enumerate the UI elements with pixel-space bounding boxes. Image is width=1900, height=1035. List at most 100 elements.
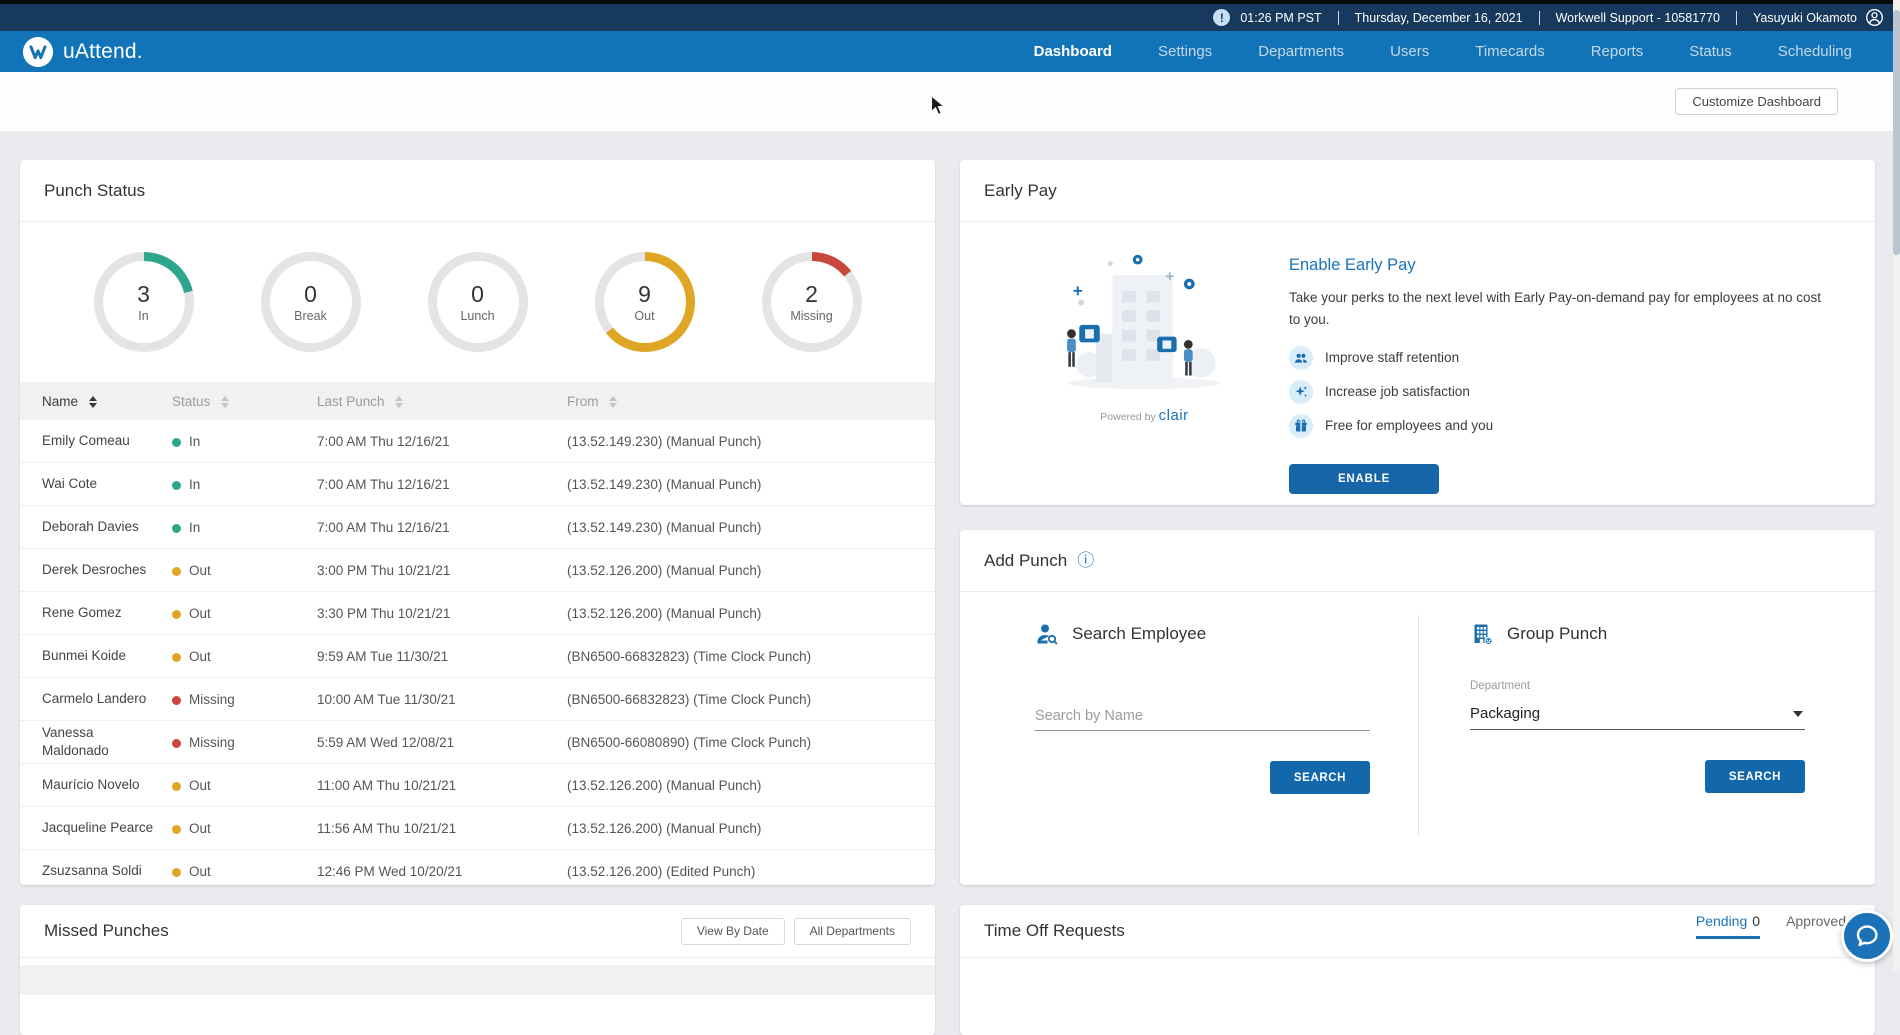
- user-icon: [1866, 9, 1883, 26]
- view-by-date-button[interactable]: View By Date: [680, 917, 785, 945]
- donut-missing: 2 Missing: [761, 252, 862, 352]
- status-dot-icon: [172, 566, 181, 576]
- account-name[interactable]: Workwell Support - 10581770: [1556, 11, 1720, 25]
- status-dot-icon: [172, 437, 181, 447]
- add-punch-title: Add Punch: [984, 550, 1068, 570]
- missed-punches-card: Missed Punches View By Date All Departme…: [20, 905, 935, 1035]
- cell-last-punch: 5:59 AM Wed 12/08/21: [317, 734, 455, 750]
- customize-dashboard-button[interactable]: Customize Dashboard: [1675, 88, 1838, 115]
- info-icon[interactable]: ⓘ: [1077, 552, 1094, 569]
- status-dot-icon: [172, 480, 181, 490]
- user-menu[interactable]: Yasuyuki Okamoto: [1753, 8, 1884, 27]
- early-pay-content: Enable Early Pay Take your perks to the …: [1289, 246, 1834, 494]
- search-employee-heading-row: Search Employee: [1035, 622, 1370, 646]
- department-value: Packaging: [1470, 705, 1541, 722]
- donut-value: 2: [805, 281, 818, 307]
- employee-search-button[interactable]: SEARCH: [1270, 761, 1370, 794]
- cell-name: Carmelo Landero: [42, 691, 147, 707]
- cell-last-punch: 7:00 AM Thu 12/16/21: [317, 519, 450, 535]
- benefit-label: Free for employees and you: [1325, 418, 1494, 434]
- early-pay-body: Powered by clair Enable Early Pay Take y…: [960, 222, 1875, 494]
- alert-icon[interactable]: !: [1213, 9, 1231, 26]
- column-header-last-punch[interactable]: Last Punch: [317, 394, 567, 409]
- search-employee-heading: Search Employee: [1072, 624, 1207, 643]
- search-by-name-input[interactable]: [1035, 702, 1370, 731]
- department-label: Department: [1470, 680, 1531, 692]
- cell-name: Deborah Davies: [42, 519, 139, 535]
- cell-status: In: [172, 477, 317, 492]
- column-header-status[interactable]: Status: [172, 394, 317, 409]
- donut-out: 9 Out: [594, 252, 695, 352]
- cell-from: (13.52.149.230) (Manual Punch): [567, 519, 762, 535]
- donut-label: Lunch: [460, 309, 495, 323]
- cell-status: Out: [172, 821, 317, 836]
- clair-logo: clair: [1158, 407, 1189, 424]
- cell-from: (13.52.126.200) (Manual Punch): [567, 777, 762, 793]
- table-row: Wai Cote In 7:00 AM Thu 12/16/21 (13.52.149…: [20, 462, 935, 505]
- donut-break: 0 Break: [260, 252, 361, 352]
- cell-last-punch: 3:00 PM Thu 10/21/21: [317, 562, 451, 578]
- buildings-illustration: [1067, 254, 1221, 390]
- chat-fab-button[interactable]: [1841, 910, 1893, 962]
- nav-item-settings[interactable]: Settings: [1158, 43, 1212, 60]
- column-header-from[interactable]: From: [567, 394, 935, 409]
- cell-status: Out: [172, 606, 317, 621]
- nav-item-users[interactable]: Users: [1390, 43, 1429, 60]
- status-dot-icon: [172, 523, 181, 533]
- punch-status-title: Punch Status: [44, 180, 146, 200]
- cell-status: Out: [172, 649, 317, 664]
- table-row: Maurício Novelo Out 11:00 AM Thu 10/21/21 (…: [20, 763, 935, 806]
- group-search-button[interactable]: SEARCH: [1705, 760, 1805, 793]
- nav-item-scheduling[interactable]: Scheduling: [1778, 43, 1852, 60]
- person-search-icon: [1037, 624, 1058, 645]
- cell-last-punch: 9:59 AM Tue 11/30/21: [317, 648, 449, 664]
- brand-logo[interactable]: uAttend.: [22, 36, 143, 68]
- enable-button[interactable]: ENABLE: [1289, 463, 1439, 494]
- time-off-header: Time Off Requests Pending 0 Approved: [960, 905, 1875, 958]
- early-pay-illustration: Powered by clair: [1052, 246, 1237, 494]
- tab-pending[interactable]: Pending 0: [1695, 912, 1761, 939]
- cell-status: Out: [172, 563, 317, 578]
- cell-last-punch: 7:00 AM Thu 12/16/21: [317, 433, 450, 449]
- nav-item-timecards[interactable]: Timecards: [1475, 43, 1544, 60]
- donut-label: Break: [294, 309, 327, 323]
- benefit-label: Improve staff retention: [1325, 350, 1460, 366]
- donut-label: Out: [634, 309, 655, 323]
- benefit-item: Free for employees and you: [1289, 413, 1834, 438]
- donut-in: 3 In: [93, 252, 194, 352]
- table-row: Carmelo Landero Missing 10:00 AM Tue 11/30…: [20, 677, 935, 720]
- cell-name: Derek Desroches: [42, 562, 147, 578]
- cell-status: In: [172, 520, 317, 535]
- account-bar: ! 01:26 PM PST Thursday, December 16, 20…: [0, 4, 1900, 31]
- cell-name: Maurício Novelo: [42, 777, 140, 793]
- donut-value: 3: [137, 281, 150, 307]
- all-departments-button[interactable]: All Departments: [793, 917, 911, 945]
- cell-last-punch: 11:00 AM Thu 10/21/21: [317, 777, 457, 793]
- nav-item-status[interactable]: Status: [1689, 43, 1732, 60]
- cell-name: Rene Gomez: [42, 605, 122, 621]
- column-header-name[interactable]: Name: [42, 394, 172, 409]
- nav-item-reports[interactable]: Reports: [1591, 43, 1644, 60]
- donut-label: In: [138, 309, 149, 323]
- add-punch-body: Search Employee SEARCH Group: [960, 592, 1875, 835]
- benefit-label: Increase job satisfaction: [1325, 384, 1470, 400]
- pending-count: 0: [1752, 912, 1761, 929]
- table-row: Vanessa Maldonado Missing 5:59 AM Wed 12/0…: [20, 720, 935, 763]
- group-punch-heading: Group Punch: [1507, 624, 1608, 643]
- sort-icon: [88, 395, 97, 408]
- cell-status: Missing: [172, 692, 317, 707]
- early-pay-description: Take your perks to the next level with E…: [1289, 290, 1822, 328]
- nav-item-dashboard[interactable]: Dashboard: [1034, 43, 1112, 60]
- cell-from: (13.52.126.200) (Manual Punch): [567, 605, 762, 621]
- divider: [1337, 10, 1339, 25]
- building-icon: [1474, 624, 1493, 646]
- table-row: Deborah Davies In 7:00 AM Thu 12/16/21 (13.…: [20, 505, 935, 548]
- status-dot-icon: [172, 652, 181, 662]
- scrollbar-track[interactable]: [1893, 0, 1900, 971]
- scrollbar-thumb[interactable]: [1893, 10, 1900, 255]
- department-select[interactable]: Packaging: [1470, 698, 1805, 730]
- punch-table-header: Name Status Last Punch From: [20, 382, 935, 420]
- chat-bubble-icon: [1856, 925, 1878, 947]
- cell-last-punch: 11:56 AM Thu 10/21/21: [317, 820, 457, 836]
- nav-item-departments[interactable]: Departments: [1258, 43, 1344, 60]
